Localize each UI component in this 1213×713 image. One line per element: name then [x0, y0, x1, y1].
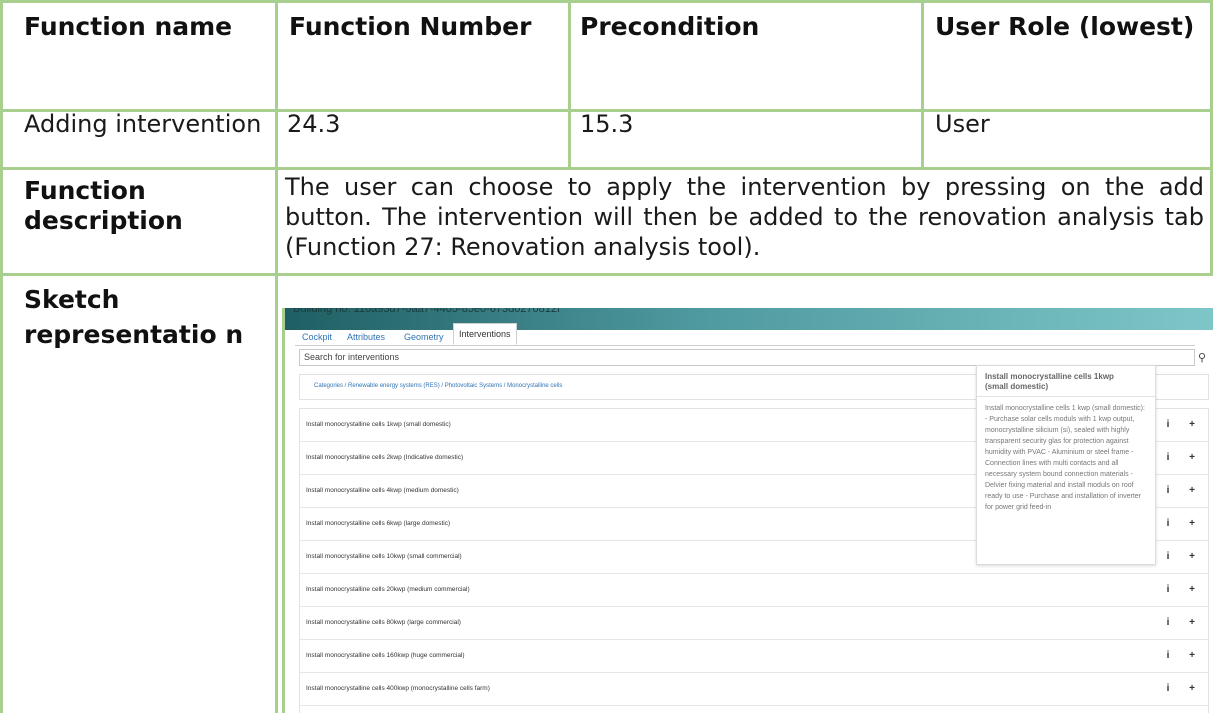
list-item: Install monocrystalline cells 160kwp (hu… [300, 640, 1208, 673]
header-function-number: Function Number [289, 12, 532, 41]
breadcrumb-path[interactable]: Categories / Renewable energy systems (R… [314, 383, 562, 389]
intervention-label: Install monocrystalline cells 6kwp (larg… [306, 520, 451, 527]
info-icon[interactable]: i [1162, 551, 1174, 563]
info-icon[interactable]: i [1162, 650, 1174, 662]
add-icon[interactable]: + [1186, 518, 1198, 530]
tab-interventions[interactable]: Interventions [453, 323, 517, 345]
info-icon[interactable]: i [1162, 452, 1174, 464]
table-border [275, 0, 278, 713]
value-precondition: 15.3 [580, 110, 634, 138]
list-item: Install monocrystalline cells 400kwp (mo… [300, 673, 1208, 706]
tab-underline [295, 345, 1195, 346]
function-description-text: The user can choose to apply the interve… [285, 173, 1204, 261]
value-function-name: Adding intervention [24, 110, 262, 138]
label-function-description: Function description [24, 176, 183, 235]
intervention-label: Install monocrystalline cells 80kwp (lar… [306, 619, 461, 626]
info-icon[interactable]: i [1162, 683, 1174, 695]
tooltip-divider [977, 396, 1155, 397]
table-border [568, 0, 571, 170]
info-icon[interactable]: i [1162, 617, 1174, 629]
tooltip-body: Install monocrystalline cells 1 kwp (sma… [985, 405, 1145, 511]
table-border [921, 0, 924, 170]
table-border-left [0, 0, 3, 713]
intervention-label: Install monocrystalline cells 2kwp (Indi… [306, 454, 464, 461]
add-icon[interactable]: + [1186, 452, 1198, 464]
intervention-tooltip: Install monocrystalline cells 1kwp (smal… [976, 365, 1156, 565]
label-sketch-representation: Sketch representatio n [24, 285, 244, 349]
table-border [0, 167, 1213, 170]
intervention-label: Install monocrystalline cells 400kwp (mo… [306, 685, 490, 692]
sketch-screenshot: Building no. 110a93d7-0aa7-4405-85e0-673… [285, 308, 1213, 713]
header-precondition: Precondition [580, 12, 760, 41]
search-icon[interactable]: ⚲ [1198, 351, 1206, 364]
intervention-label: Install monocrystalline cells 4kwp (medi… [306, 487, 459, 494]
intervention-label: Install monocrystalline cells 160kwp (hu… [306, 652, 465, 659]
value-function-number: 24.3 [287, 110, 341, 138]
intervention-label: Install monocrystalline cells 10kwp (sma… [306, 553, 462, 560]
building-id: Building no. 110a93d7-0aa7-4405-85e0-673… [293, 308, 561, 315]
add-icon[interactable]: + [1186, 617, 1198, 629]
add-icon[interactable]: + [1186, 419, 1198, 431]
list-item: Install monocrystalline cells 80kwp (lar… [300, 607, 1208, 640]
intervention-label: Install monocrystalline cells 1kwp (smal… [306, 421, 451, 428]
add-icon[interactable]: + [1186, 584, 1198, 596]
tab-strip: Cockpit Attributes Geometry Intervention… [285, 318, 1213, 348]
add-icon[interactable]: + [1186, 485, 1198, 497]
value-user-role: User [935, 110, 990, 138]
add-icon[interactable]: + [1186, 683, 1198, 695]
info-icon[interactable]: i [1162, 485, 1174, 497]
intervention-label: Install monocrystalline cells 20kwp (med… [306, 586, 470, 593]
add-icon[interactable]: + [1186, 650, 1198, 662]
header-function-name: Function name [24, 12, 233, 41]
search-input[interactable]: Search for interventions [299, 349, 1195, 366]
list-item: Install monocrystalline cells 20kwp (med… [300, 574, 1208, 607]
info-icon[interactable]: i [1162, 584, 1174, 596]
info-icon[interactable]: i [1162, 419, 1174, 431]
table-border-top [0, 0, 1213, 3]
header-user-role: User Role (lowest) [935, 12, 1195, 41]
info-icon[interactable]: i [1162, 518, 1174, 530]
table-border [0, 273, 1213, 276]
tooltip-title: Install monocrystalline cells 1kwp (smal… [985, 372, 1114, 391]
function-spec-table: Function name Function Number Preconditi… [0, 0, 1213, 713]
add-icon[interactable]: + [1186, 551, 1198, 563]
